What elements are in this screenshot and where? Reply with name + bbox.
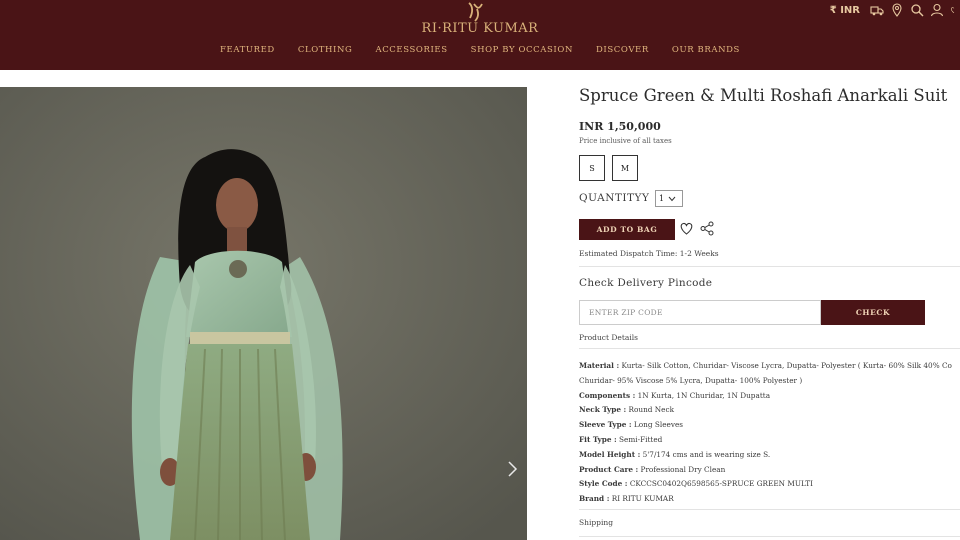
- quantity-select[interactable]: 1: [655, 190, 683, 207]
- utility-bar: ₹ INR: [830, 2, 960, 18]
- truck-icon[interactable]: [870, 3, 884, 17]
- divider: [579, 509, 960, 510]
- quantity-label: QUANTITYY: [579, 192, 650, 204]
- pincode-title: Check Delivery Pincode: [579, 277, 713, 289]
- nav-discover[interactable]: DISCOVER: [596, 45, 649, 55]
- wishlist-icon[interactable]: [950, 3, 958, 17]
- size-selector: S M: [579, 155, 638, 181]
- attr-brand: Brand : RI RITU KUMAR: [579, 494, 674, 504]
- attr-sleeve-type: Sleeve Type : Long Sleeves: [579, 420, 684, 430]
- product-details-panel: Spruce Green & Multi Roshafi Anarkali Su…: [579, 86, 960, 537]
- nav-shop-by-occasion[interactable]: SHOP BY OCCASION: [471, 45, 573, 55]
- product-details-heading[interactable]: Product Details: [579, 333, 638, 342]
- attr-product-care: Product Care : Professional Dry Clean: [579, 464, 726, 474]
- attr-material: Material : Kurta- Silk Cotton, Churidar-…: [579, 361, 952, 370]
- shipping-section[interactable]: Shipping: [579, 518, 613, 527]
- dispatch-time: Estimated Dispatch Time: 1-2 Weeks: [579, 249, 719, 258]
- brand-monogram-icon[interactable]: [465, 0, 487, 22]
- divider: [579, 536, 960, 537]
- attr-style-code: Style Code : CKCCSC0402Q6598565-SPRUCE G…: [579, 479, 814, 489]
- attr-material-cont: Churidar- 95% Viscose 5% Lycra, Dupatta-…: [579, 375, 803, 385]
- attr-components: Components : 1N Kurta, 1N Churidar, 1N D…: [579, 390, 771, 400]
- nav-accessories[interactable]: ACCESSORIES: [375, 45, 447, 55]
- product-price: INR 1,50,000: [579, 120, 661, 133]
- size-option-m[interactable]: M: [612, 155, 638, 181]
- account-icon[interactable]: [930, 3, 944, 17]
- check-button[interactable]: CHECK: [821, 300, 925, 325]
- attr-model-height: Model Height : 5'7/174 cms and is wearin…: [579, 449, 771, 459]
- next-image-icon[interactable]: [505, 460, 519, 478]
- nav-clothing[interactable]: CLOTHING: [298, 45, 353, 55]
- tax-note: Price inclusive of all taxes: [579, 137, 672, 145]
- brand-logo-text[interactable]: RI·RITU KUMAR: [0, 21, 960, 36]
- product-image[interactable]: [0, 87, 527, 540]
- divider: [579, 266, 960, 267]
- chevron-down-icon: [668, 196, 676, 201]
- nav-featured[interactable]: FEATURED: [220, 45, 275, 55]
- quantity-value: 1: [659, 194, 665, 203]
- nav-our-brands[interactable]: OUR BRANDS: [672, 45, 740, 55]
- currency-selector[interactable]: ₹ INR: [830, 5, 860, 16]
- zip-code-input[interactable]: ENTER ZIP CODE: [579, 300, 821, 325]
- add-to-bag-button[interactable]: ADD TO BAG: [579, 219, 675, 240]
- site-header: RI·RITU KUMAR ₹ INR FEATURED CLOTHING AC…: [0, 0, 960, 70]
- main-nav: FEATURED CLOTHING ACCESSORIES SHOP BY OC…: [0, 45, 960, 55]
- size-option-s[interactable]: S: [579, 155, 605, 181]
- location-pin-icon[interactable]: [890, 3, 904, 17]
- divider: [579, 348, 960, 349]
- attr-neck-type: Neck Type : Round Neck: [579, 405, 675, 415]
- search-icon[interactable]: [910, 3, 924, 17]
- product-title: Spruce Green & Multi Roshafi Anarkali Su…: [579, 86, 948, 105]
- attr-fit-type: Fit Type : Semi-Fitted: [579, 434, 663, 444]
- product-attributes: Material : Kurta- Silk Cotton, Churidar-…: [579, 359, 960, 507]
- wishlist-heart-icon[interactable]: [679, 221, 694, 236]
- share-icon[interactable]: [700, 221, 714, 236]
- model-illustration: [0, 87, 527, 540]
